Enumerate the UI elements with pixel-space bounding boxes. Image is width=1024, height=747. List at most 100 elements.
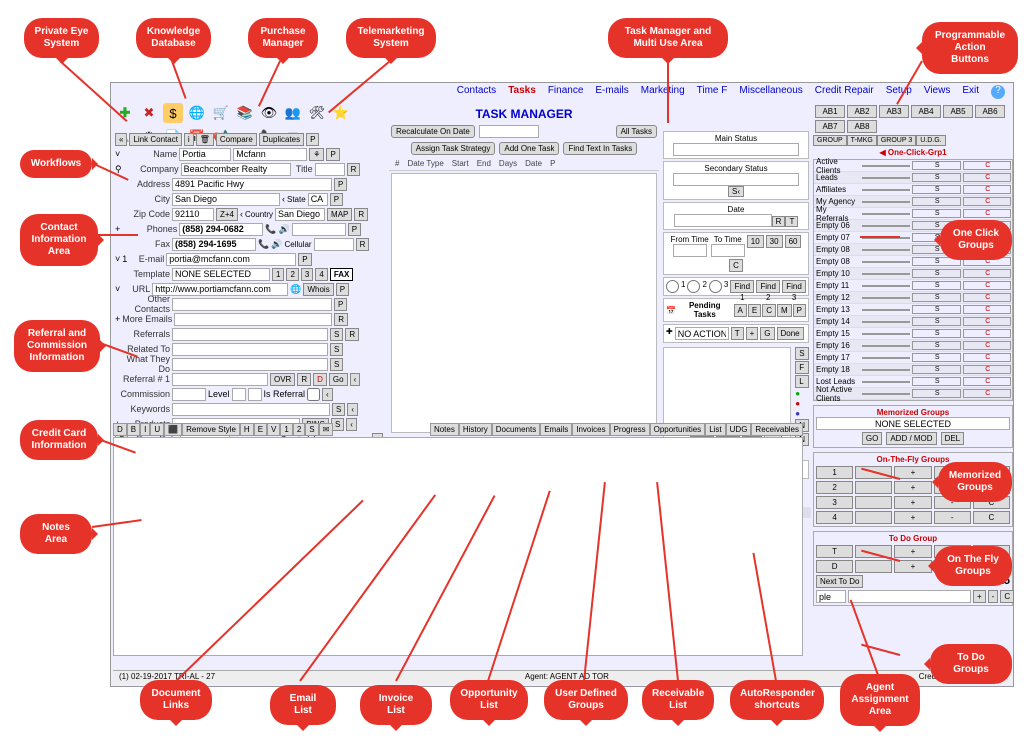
next-todo-btn[interactable]: Next To Do [816,575,863,588]
menu-emails[interactable]: E-mails [595,85,628,99]
eye-icon[interactable]: 👁 [259,103,279,123]
ab4[interactable]: AB4 [911,105,941,118]
ab6[interactable]: AB6 [975,105,1005,118]
tab-progress[interactable]: Progress [610,423,650,436]
fax-btn[interactable]: FAX [330,268,354,281]
main-status-input[interactable] [673,143,799,156]
group-icon[interactable]: 👥 [283,103,303,123]
bold-btn[interactable]: B [127,423,140,436]
ab8[interactable]: AB8 [847,120,877,133]
ab5[interactable]: AB5 [943,105,973,118]
notes-textarea[interactable] [113,437,803,656]
date-input[interactable] [674,214,772,227]
tab-notes[interactable]: Notes [430,423,459,436]
info-icon[interactable]: i [184,133,194,146]
ocg-row[interactable]: Empty 10SC [814,268,1012,280]
tab-documents[interactable]: Documents [492,423,540,436]
url-input[interactable] [152,283,288,296]
underline-btn[interactable]: U [150,423,164,436]
italic-btn[interactable]: I [140,423,150,436]
compare-btn[interactable]: Compare [216,133,257,146]
tools-icon[interactable]: 🛠 [307,103,327,123]
ocg-row[interactable]: Empty 16SC [814,340,1012,352]
p-btn2[interactable]: P [326,148,339,161]
menu-tasks[interactable]: Tasks [508,85,536,99]
isref-check[interactable] [307,388,320,401]
money-icon[interactable]: $ [163,103,183,123]
state-input[interactable] [308,193,328,206]
all-tasks-tab[interactable]: All Tasks [616,125,657,138]
grp-tab-1[interactable]: GROUP [813,135,847,146]
menu-finance[interactable]: Finance [548,85,584,99]
tab-list[interactable]: List [705,423,725,436]
mgroup-add[interactable]: ADD / MOD [886,432,936,445]
menu-contacts[interactable]: Contacts [457,85,496,99]
color-btn[interactable]: ⬛ [164,423,182,436]
address-input[interactable] [172,178,332,191]
ocg-row[interactable]: AffiliatesSC [814,184,1012,196]
help-icon[interactable]: ? [991,85,1005,99]
ab7[interactable]: AB7 [815,120,845,133]
mgroup-select[interactable] [816,417,1010,430]
ocg-row[interactable]: Empty 12SC [814,292,1012,304]
sound-icon[interactable]: 🔊 [278,224,289,235]
grp-tab-4[interactable]: U.D.G. [916,135,945,146]
tab-udg[interactable]: UDG [726,423,752,436]
link-contact-btn[interactable]: Link Contact [129,133,181,146]
mgroup-del[interactable]: DEL [941,432,965,445]
ocg-row[interactable]: Not Active ClientsSC [814,388,1012,400]
cart-icon[interactable]: 🛒 [211,103,231,123]
sec-status-input[interactable] [673,173,799,186]
browser-icon[interactable]: 🌐 [290,284,301,295]
menu-misc[interactable]: Miscellaneous [739,85,802,99]
tab-history[interactable]: History [459,423,492,436]
other-input[interactable] [172,298,332,311]
ocg-row[interactable]: Active ClientsSC [814,160,1012,172]
more-emails-input[interactable] [174,313,332,326]
recalc-date[interactable] [479,125,539,138]
city-input[interactable] [172,193,280,206]
recalc-btn[interactable]: Recalculate On Date [391,125,475,138]
tab-invoices[interactable]: Invoices [572,423,609,436]
task-table-body[interactable] [391,173,657,433]
whois-btn[interactable]: Whois [303,283,333,296]
menu-exit[interactable]: Exit [962,85,979,99]
menu-views[interactable]: Views [924,85,951,99]
first-name-input[interactable] [179,148,231,161]
go-btn[interactable]: Go [329,373,348,386]
find-task-btn[interactable]: Find Text In Tasks [563,142,637,155]
ref1-input[interactable] [172,373,268,386]
cal-icon[interactable]: 📅 [666,306,676,315]
company-input[interactable] [181,163,291,176]
menu-credit[interactable]: Credit Repair [815,85,874,99]
ab1[interactable]: AB1 [815,105,845,118]
cell-input[interactable] [314,238,354,251]
junk-icon[interactable]: 🗑 [196,133,214,146]
p-btn[interactable]: P [306,133,319,146]
last-name-input[interactable] [233,148,307,161]
fax-input[interactable] [172,238,256,251]
related-input[interactable] [172,343,328,356]
menu-marketing[interactable]: Marketing [641,85,685,99]
template-input[interactable] [172,268,270,281]
ocg-row[interactable]: Empty 14SC [814,316,1012,328]
globe-icon[interactable]: 🌐 [187,103,207,123]
mgroup-go[interactable]: GO [862,432,882,445]
ovr-btn[interactable]: OVR [270,373,295,386]
ocg-row[interactable]: Empty 11SC [814,280,1012,292]
whatdo-input[interactable] [172,358,328,371]
ocg-row[interactable]: My ReferralsSC [814,208,1012,220]
tab-opportunities[interactable]: Opportunities [650,423,706,436]
email-input[interactable] [166,253,296,266]
left-icon[interactable]: ‹ [282,194,285,204]
zplus-btn[interactable]: Z+4 [216,208,238,221]
ocg-row[interactable]: Empty 17SC [814,352,1012,364]
comm-input[interactable] [172,388,206,401]
duplicates-btn[interactable]: Duplicates [259,133,304,146]
tab-d[interactable]: D [113,423,127,436]
delete-icon[interactable]: ✖ [139,103,159,123]
keywords-input[interactable] [172,403,330,416]
grp-tab-3[interactable]: GROUP 3 [877,135,916,146]
title-input[interactable] [315,163,345,176]
tab-emails[interactable]: Emails [540,423,572,436]
